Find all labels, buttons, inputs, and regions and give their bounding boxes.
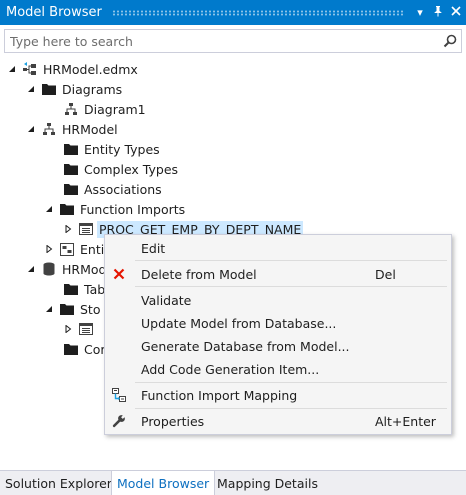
search-box [4,29,462,53]
menu-item-label: Function Import Mapping [141,387,298,403]
bottom-tab-bar: Solution Explorer Model Browser Mapping … [0,470,466,495]
tree-node-label: Associations [84,181,162,197]
folder-icon [63,141,79,157]
tree-node-stored-proc-item[interactable] [62,319,97,339]
folder-icon [59,201,75,217]
menu-item-label: Update Model from Database... [141,315,337,331]
close-icon[interactable] [448,6,464,19]
collapse-arrow-icon[interactable] [25,123,37,135]
tab-model-browser[interactable]: Model Browser [111,471,216,495]
collapse-arrow-icon[interactable] [43,303,55,315]
menu-item-properties[interactable]: Properties Alt+Enter [105,410,451,432]
diagram-icon [63,101,79,117]
tree-node-label: HRModel [62,121,118,137]
drag-grip[interactable] [111,9,404,16]
wrench-icon [111,413,127,429]
tree-node-label: HRMod [62,261,107,277]
folder-icon [63,281,79,297]
menu-item-label: Add Code Generation Item... [141,361,320,377]
menu-item-function-import-mapping[interactable]: Function Import Mapping [105,384,451,406]
tab-solution-explorer[interactable]: Solution Explorer [0,471,117,495]
context-menu: Edit Delete from Model Del Validate Upda… [104,234,452,435]
menu-item-shortcut: Alt+Enter [375,413,436,429]
edmx-file-icon [22,61,38,77]
collapse-arrow-icon[interactable] [6,63,18,75]
tab-label: Solution Explorer [5,475,112,491]
tree-node-label: HRModel.edmx [43,61,138,77]
menu-item-label: Generate Database from Model... [141,338,350,354]
tree-node-root[interactable]: HRModel.edmx [6,59,140,79]
menu-item-update-model[interactable]: Update Model from Database... [105,312,451,334]
folder-icon [41,81,57,97]
tab-mapping-details[interactable]: Mapping Details [212,471,323,495]
folder-icon [63,161,79,177]
tree-node-entity-types[interactable]: Entity Types [47,139,162,159]
model-icon [41,121,57,137]
tree-node-stored-procedures[interactable]: Sto [43,299,102,319]
expand-arrow-icon[interactable] [62,323,74,335]
menu-item-label: Validate [141,292,192,308]
menu-item-validate[interactable]: Validate [105,289,451,311]
menu-item-add-code-generation[interactable]: Add Code Generation Item... [105,358,451,380]
menu-item-label: Properties [141,413,205,429]
expand-arrow-icon[interactable] [62,223,74,235]
menu-item-label: Delete from Model [141,266,257,282]
tab-label: Mapping Details [217,475,318,491]
tree-node-diagram1[interactable]: Diagram1 [47,99,148,119]
folder-icon [63,341,79,357]
function-import-icon [78,321,94,337]
tree-node-label: Function Imports [80,201,186,217]
dropdown-icon[interactable]: ▾ [412,6,428,19]
menu-separator [135,286,447,287]
tab-label: Model Browser [117,475,210,491]
tree-node-constraints[interactable]: Cor [47,339,108,359]
expand-arrow-icon[interactable] [43,243,55,255]
database-icon [41,261,57,277]
tree-node-label: Diagram1 [84,101,146,117]
tree-node-hrmodel[interactable]: HRModel [25,119,120,139]
title-bar: Model Browser ▾ [0,0,466,25]
tree-node-tables[interactable]: Tab [47,279,107,299]
window-title: Model Browser [6,5,102,20]
function-import-icon [78,221,94,237]
tree-node-label: Enti [80,241,105,257]
search-input[interactable] [5,31,439,51]
menu-item-label: Edit [141,240,166,256]
tree-node-associations[interactable]: Associations [47,179,164,199]
tree-node-label: Entity Types [84,141,160,157]
tree-node-label: Sto [80,301,101,317]
tree-node-diagrams[interactable]: Diagrams [25,79,124,99]
menu-separator [135,260,447,261]
menu-separator [135,382,447,383]
tree-node-store-model[interactable]: HRMod [25,259,108,279]
menu-item-edit[interactable]: Edit [105,237,451,259]
tree-node-complex-types[interactable]: Complex Types [47,159,180,179]
menu-item-shortcut: Del [375,266,396,282]
mapping-icon [111,387,127,403]
tree-node-label: Complex Types [84,161,179,177]
tree-node-function-imports[interactable]: Function Imports [43,199,187,219]
tree-node-entity-container[interactable]: Enti [43,239,106,259]
folder-icon [59,301,75,317]
menu-item-delete[interactable]: Delete from Model Del [105,263,451,285]
tree-node-label: Diagrams [62,81,123,97]
folder-icon [63,181,79,197]
pin-icon[interactable] [430,5,446,20]
delete-x-icon [111,266,127,282]
search-icon[interactable] [439,30,461,52]
collapse-arrow-icon[interactable] [25,83,37,95]
entity-container-icon [59,241,75,257]
menu-item-generate-database[interactable]: Generate Database from Model... [105,335,451,357]
menu-separator [135,408,447,409]
collapse-arrow-icon[interactable] [43,203,55,215]
collapse-arrow-icon[interactable] [25,263,37,275]
